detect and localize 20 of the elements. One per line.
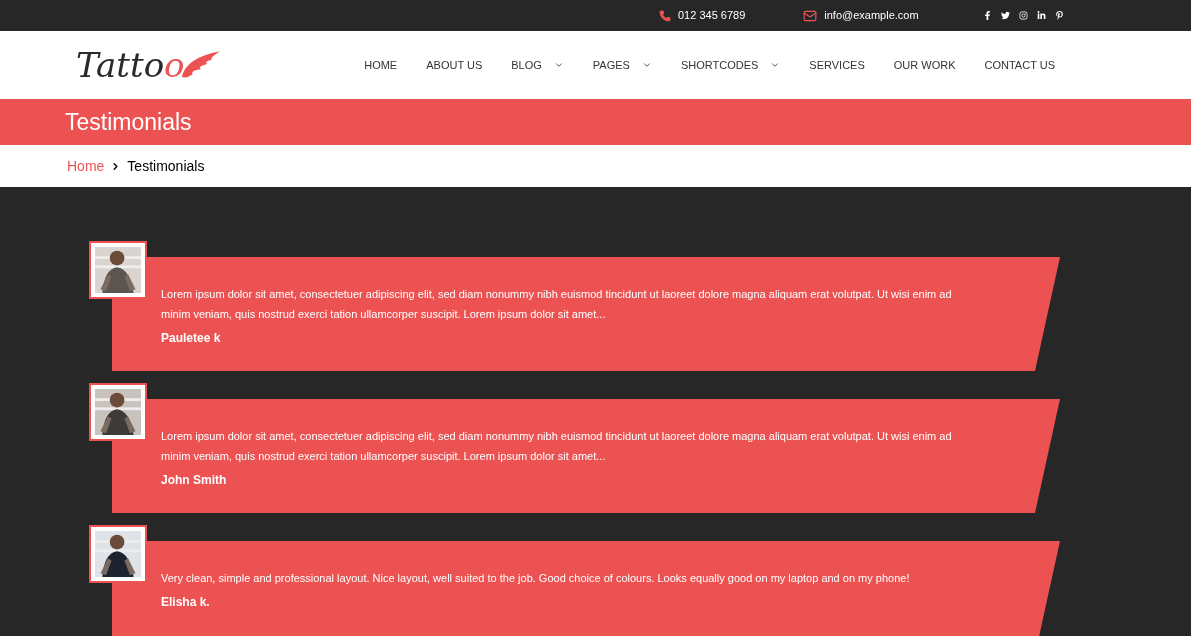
nav-link[interactable]: OUR WORK <box>893 56 956 74</box>
nav-link[interactable]: BLOG <box>511 56 564 74</box>
nav-link[interactable]: HOME <box>364 56 398 74</box>
testimonial-author: Elisha k. <box>161 594 211 611</box>
nav-link[interactable]: SHORTCODES <box>680 56 781 74</box>
breadcrumb-link[interactable]: Home <box>67 155 105 177</box>
testimonial-author: John Smith <box>161 472 228 489</box>
nav-link[interactable]: CONTACT US <box>984 56 1055 74</box>
email-address: info@example.com <box>824 8 919 24</box>
testimonial-author: Pauletee k <box>161 330 222 347</box>
page-title: Testimonials <box>65 107 192 137</box>
phone-number: 012 345 6789 <box>678 8 746 24</box>
breadcrumb-current: Testimonials <box>127 156 205 176</box>
nav-link[interactable]: SERVICES <box>809 56 865 74</box>
testimonial-quote: Very clean, simple and professional layout. Nice layout, well suited to the job. Good choice of colours. Looks equally good on my laptop and on my phone! <box>161 571 911 586</box>
logo[interactable]: Tattoo <box>76 48 223 82</box>
nav-link[interactable]: PAGES <box>592 56 652 74</box>
nav-link[interactable]: ABOUT US <box>426 56 483 74</box>
testimonial-quote: Lorem ipsum dolor sit amet, consectetuer adipiscing elit, sed diam nonummy nibh euismod tincidunt ut laoreet dolore magna aliquam erat volutpat. Ut wisi enim ad minim veniam, quis nostrud exerci tation ullamcorper suscipit. Lorem ipsum dolor sit amet... <box>161 429 953 464</box>
testimonial-quote: Lorem ipsum dolor sit amet, consectetuer adipiscing elit, sed diam nonummy nibh euismod tincidunt ut laoreet dolore magna aliquam erat volutpat. Ut wisi enim ad minim veniam, quis nostrud exerci tation ullamcorper suscipit. Lorem ipsum dolor sit amet... <box>161 287 953 322</box>
